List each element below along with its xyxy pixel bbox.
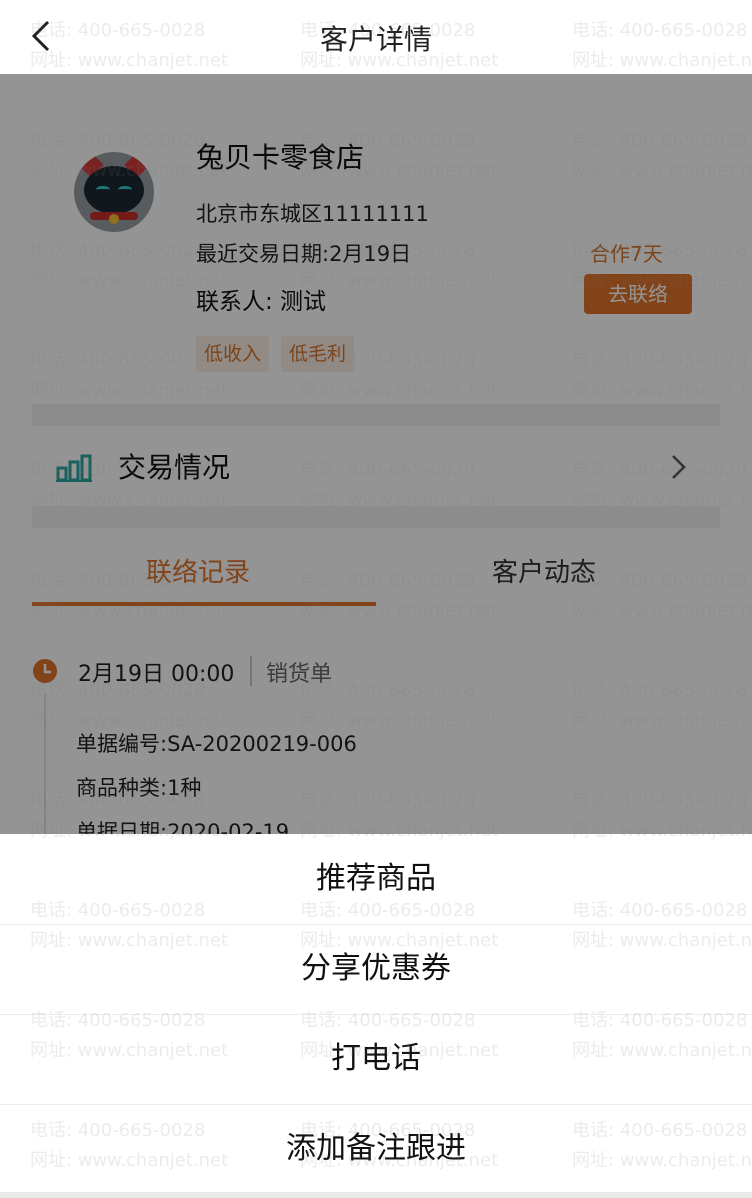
recommend-goods-button[interactable]: 推荐商品: [0, 834, 752, 924]
share-coupon-button[interactable]: 分享优惠券: [0, 924, 752, 1014]
modal-overlay[interactable]: [0, 74, 752, 834]
nav-bar: 客户详情: [0, 0, 752, 74]
action-sheet: 推荐商品 分享优惠券 打电话 添加备注跟进: [0, 834, 752, 1198]
page-title: 客户详情: [319, 23, 432, 56]
call-button[interactable]: 打电话: [0, 1014, 752, 1104]
add-note-followup-button[interactable]: 添加备注跟进: [0, 1104, 752, 1194]
home-indicator-bar: [0, 1192, 752, 1198]
